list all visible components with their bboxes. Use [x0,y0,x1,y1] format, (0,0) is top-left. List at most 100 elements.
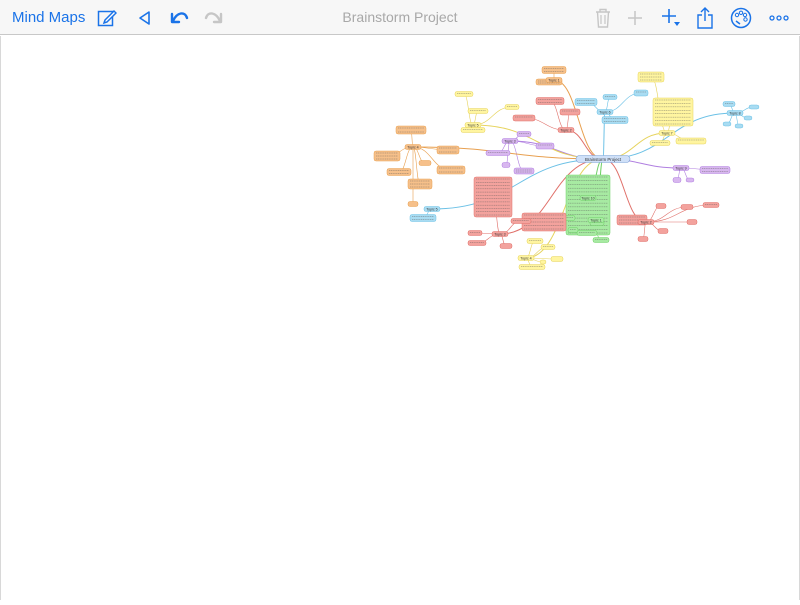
mindmap-subtopic-node[interactable] [467,230,483,236]
mindmap-subtopic-node[interactable] [652,97,694,127]
mindmap-topic-node[interactable]: Topic 6 [596,109,614,115]
mindmap-subtopic-node[interactable] [637,71,665,83]
svg-text:Topic 5: Topic 5 [426,207,437,211]
mindmap-subtopic-node[interactable] [535,142,555,150]
mindmap-topic-node[interactable]: Topic 1 [545,77,563,83]
mindmap-subtopic-node[interactable] [675,137,707,145]
svg-text:Topic 8: Topic 8 [729,111,740,115]
mindmap-subtopic-node[interactable] [467,240,487,246]
svg-text:Topic 6: Topic 6 [599,110,610,114]
mindmap-subtopic-node[interactable] [649,140,671,146]
mindmap-subtopic-node[interactable] [576,230,598,236]
mindmap-subtopic-node[interactable] [743,115,753,121]
mindmap-subtopic-node[interactable] [516,131,532,137]
mindmap-subtopic-node[interactable] [541,66,567,74]
mindmap-subtopic-node[interactable] [722,121,732,127]
mindmap-subtopic-node[interactable] [485,150,511,156]
mindmap-subtopic-node[interactable] [512,114,536,122]
plus-icon [626,0,644,35]
mindmap-subtopic-node[interactable] [504,104,520,110]
mindmap-subtopic-node[interactable] [499,243,513,249]
svg-text:Topic 3: Topic 3 [494,232,505,236]
mindmap-subtopic-node[interactable] [592,237,610,243]
undo-icon[interactable] [168,0,190,35]
mindmap-subtopic-node[interactable] [409,214,437,222]
mindmap-topic-node[interactable]: Topic 10 [579,195,597,201]
palette-icon[interactable] [729,0,753,35]
mindmap-subtopic-node[interactable] [550,256,564,262]
svg-text:Topic 9: Topic 9 [675,166,686,170]
mindmap-subtopic-node[interactable] [386,168,412,176]
mindmap-link [549,100,567,131]
mindmap-subtopic-node[interactable] [637,236,649,242]
mindmap-subtopic-node[interactable] [633,89,649,97]
mindmap-topic-node[interactable]: Topic 3 [491,231,509,237]
toolbar: Mind Maps Brainstorm Project [0,0,800,35]
mindmap-subtopic-node[interactable] [436,145,460,155]
mindmap-subtopic-node[interactable] [734,123,744,129]
mindmap-subtopic-node[interactable] [657,228,669,234]
mindmap-topic-node[interactable]: Topic 5 [464,122,482,128]
mindmap-topic-node[interactable]: Topic 8 [726,110,744,116]
mind-maps-back-button[interactable]: Mind Maps [12,0,85,35]
mindmap-topic-node[interactable]: Topic 1 [587,217,605,223]
mindmap-subtopic-node[interactable] [460,127,486,133]
mindmap-subtopic-node[interactable] [574,98,598,106]
mindmap-subtopic-node[interactable] [436,165,466,175]
svg-text:Topic 3: Topic 3 [504,139,515,143]
mindmap-topic-node[interactable]: Topic 2 [637,219,655,225]
mindmap-subtopic-node[interactable] [685,177,695,183]
mindmap-subtopic-node[interactable] [513,167,535,175]
svg-text:Topic 2: Topic 2 [560,128,571,132]
mindmap-topic-node[interactable]: Topic 3 [501,138,519,144]
svg-text:Topic 5: Topic 5 [467,123,478,127]
mindmap-topic-node[interactable]: Topic 4 [517,255,535,261]
edit-icon[interactable] [96,0,118,35]
svg-text:Brainstorm Project: Brainstorm Project [585,157,622,162]
mindmap-subtopic-node[interactable] [473,176,513,218]
mindmap-topic-node[interactable]: Topic 4 [404,144,422,150]
mindmap-subtopic-node[interactable] [501,162,511,168]
svg-text:Topic 10: Topic 10 [581,196,594,200]
add-child-icon[interactable] [660,0,682,35]
mindmap-topic-node[interactable]: Topic 2 [557,127,575,133]
mindmap-subtopic-node[interactable] [518,264,546,270]
mindmap-subtopic-node[interactable] [407,201,419,207]
mindmap-subtopic-node[interactable] [602,94,618,100]
mindmap-subtopic-node[interactable] [702,202,720,208]
mindmap-subtopic-node[interactable] [655,203,667,209]
mindmap-subtopic-node[interactable] [510,218,532,224]
triangle-left-icon[interactable] [136,0,152,35]
share-icon[interactable] [695,0,715,35]
mindmap-subtopic-node[interactable] [418,160,432,166]
mindmap-subtopic-node[interactable] [559,108,581,116]
mindmap-link [645,204,712,223]
mindmap-subtopic-node[interactable] [565,174,611,236]
mindmap-topic-node[interactable]: Topic 5 [423,206,441,212]
mindmap-link [412,146,421,185]
mindmap-subtopic-node[interactable] [395,125,427,135]
mindmap-subtopic-node[interactable] [467,108,489,114]
mindmap-subtopic-node[interactable] [535,97,565,105]
mindmap-subtopic-node[interactable] [526,238,544,244]
mindmap-canvas[interactable]: Topic 1 Topic 2 Topic 3 Topic 4 Topic 5 Topic… [0,36,800,600]
mindmap-subtopic-node[interactable] [686,219,698,225]
mindmap-link [553,79,604,160]
mindmap-subtopic-node[interactable] [539,259,547,265]
mindmap-subtopic-node[interactable] [601,116,629,124]
mindmap[interactable]: Topic 1 Topic 2 Topic 3 Topic 4 Topic 5 Topic… [1,36,800,600]
more-icon[interactable] [768,0,790,35]
mindmap-subtopic-node[interactable] [680,204,694,210]
mindmap-central-node[interactable]: Brainstorm Project [575,155,631,163]
mindmap-subtopic-node[interactable] [454,91,474,97]
mindmap-subtopic-node[interactable] [407,178,433,190]
mindmap-subtopic-node[interactable] [567,227,579,233]
mindmap-topic-node[interactable]: Topic 7 [658,130,676,136]
mindmap-subtopic-node[interactable] [748,104,760,110]
mindmap-subtopic-node[interactable] [699,166,731,174]
mindmap-topic-node[interactable]: Topic 9 [672,165,690,171]
mindmap-subtopic-node[interactable] [722,101,736,107]
mindmap-subtopic-node[interactable] [672,177,682,183]
mindmap-subtopic-node[interactable] [540,244,556,250]
mindmap-subtopic-node[interactable] [373,150,401,162]
